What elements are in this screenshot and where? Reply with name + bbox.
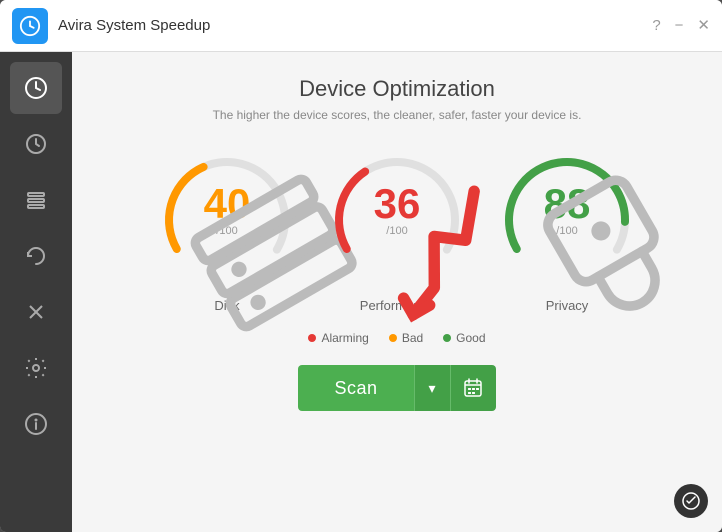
gauge-disk-center: 40 /100 xyxy=(204,183,251,241)
good-label: Good xyxy=(456,331,485,345)
float-badge[interactable] xyxy=(674,484,708,518)
sidebar-item-dashboard[interactable] xyxy=(10,62,62,114)
minimize-button[interactable]: − xyxy=(675,18,684,33)
content-area: Device Optimization The higher the devic… xyxy=(72,52,722,532)
scan-button[interactable]: Scan xyxy=(298,365,413,411)
scan-area: Scan ▾ xyxy=(298,365,495,411)
window-controls: ? − ✕ xyxy=(652,18,710,33)
help-button[interactable]: ? xyxy=(652,18,660,33)
scan-calendar-button[interactable] xyxy=(450,365,496,411)
sidebar-item-info[interactable] xyxy=(10,398,62,450)
app-title: Avira System Speedup xyxy=(58,17,652,34)
gauge-disk-circle: 40 /100 xyxy=(157,150,297,290)
scan-dropdown-button[interactable]: ▾ xyxy=(414,365,450,411)
gauges-row: 40 /100 xyxy=(157,150,637,313)
gauge-privacy-circle: 88 /100 xyxy=(497,150,637,290)
dropdown-chevron-icon: ▾ xyxy=(429,380,436,397)
bad-dot xyxy=(389,334,397,342)
sidebar-item-refresh[interactable] xyxy=(10,230,62,282)
sidebar-item-tools[interactable] xyxy=(10,286,62,338)
gauge-privacy-center: 88 /100 xyxy=(544,183,591,241)
sidebar xyxy=(0,52,72,532)
titlebar: Avira System Speedup ? − ✕ xyxy=(0,0,722,52)
good-dot xyxy=(443,334,451,342)
legend: Alarming Bad Good xyxy=(308,331,485,345)
gauge-performance-circle: 36 /100 xyxy=(327,150,467,290)
close-button[interactable]: ✕ xyxy=(697,18,710,33)
gauge-performance: 36 /100 Performance xyxy=(327,150,467,313)
gauge-performance-center: 36 /100 xyxy=(374,183,421,241)
legend-good: Good xyxy=(443,331,485,345)
badge-icon xyxy=(682,492,700,510)
page-title: Device Optimization xyxy=(299,76,495,102)
sidebar-item-settings[interactable] xyxy=(10,342,62,394)
sidebar-item-clock[interactable] xyxy=(10,118,62,170)
gauge-privacy: 88 /100 Privacy xyxy=(497,150,637,313)
calendar-icon xyxy=(463,378,483,398)
legend-alarming: Alarming xyxy=(308,331,368,345)
sidebar-item-list[interactable] xyxy=(10,174,62,226)
alarming-dot xyxy=(308,334,316,342)
app-window: Avira System Speedup ? − ✕ xyxy=(0,0,722,532)
main-area: Device Optimization The higher the devic… xyxy=(0,52,722,532)
alarming-label: Alarming xyxy=(321,331,368,345)
page-subtitle: The higher the device scores, the cleane… xyxy=(213,108,582,122)
app-icon xyxy=(12,8,48,44)
gauge-disk: 40 /100 xyxy=(157,150,297,313)
